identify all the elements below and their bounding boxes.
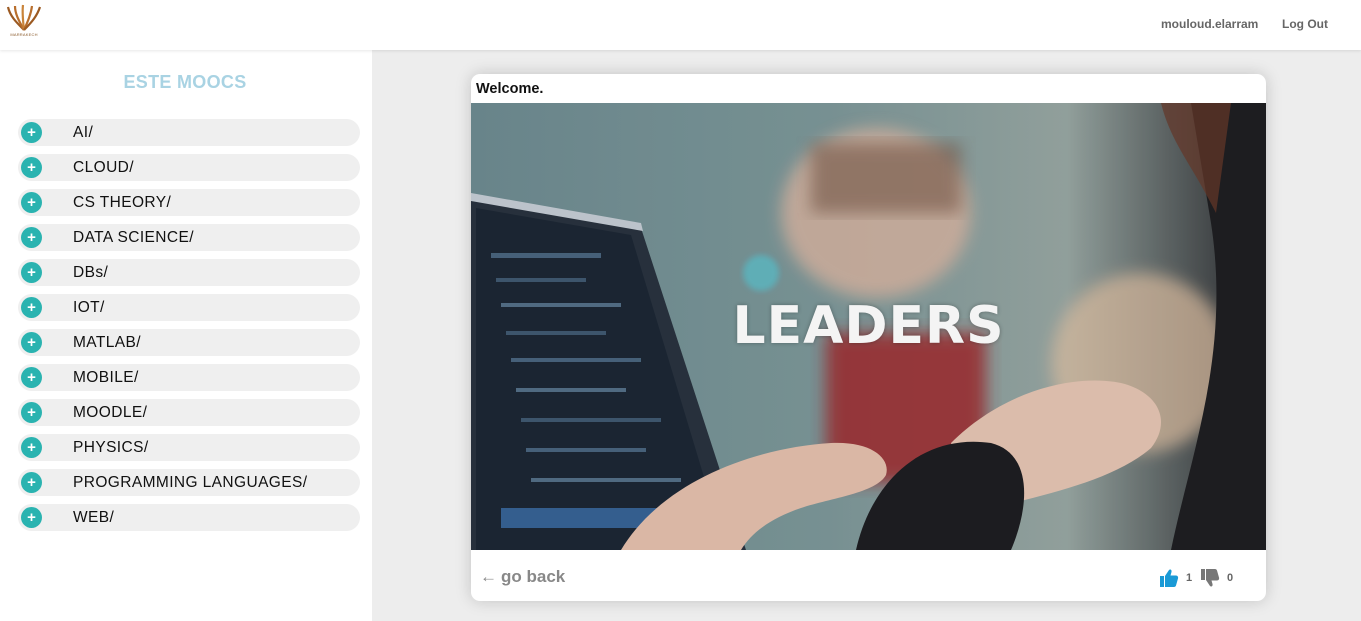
category-item-web[interactable]: + WEB/ [18, 504, 360, 531]
arrow-left-icon: ← [480, 567, 497, 586]
category-label: PHYSICS/ [73, 439, 149, 456]
go-back-link[interactable]: ← go back [480, 567, 565, 587]
plus-icon[interactable]: + [21, 297, 42, 318]
sidebar: ESTE MOOCS + AI/ + CLOUD/ + CS THEORY/ + DAT… [0, 50, 372, 621]
thumbs-down-icon[interactable] [1200, 568, 1220, 588]
logout-link[interactable]: Log Out [1282, 17, 1328, 31]
plus-icon[interactable]: + [21, 507, 42, 528]
plus-icon[interactable]: + [21, 227, 42, 248]
category-label: MOODLE/ [73, 404, 148, 421]
dislike-count: 0 [1227, 572, 1234, 584]
category-item-moodle[interactable]: + MOODLE/ [18, 399, 360, 426]
vote-bar: 1 0 [1159, 568, 1259, 588]
plus-icon[interactable]: + [21, 157, 42, 178]
category-item-iot[interactable]: + IOT/ [18, 294, 360, 321]
category-item-ai[interactable]: + AI/ [18, 119, 360, 146]
category-label: MATLAB/ [73, 334, 141, 351]
plus-icon[interactable]: + [21, 262, 42, 283]
like-count: 1 [1186, 572, 1193, 584]
category-item-matlab[interactable]: + MATLAB/ [18, 329, 360, 356]
plus-icon[interactable]: + [21, 367, 42, 388]
category-item-mobile[interactable]: + MOBILE/ [18, 364, 360, 391]
category-label: MOBILE/ [73, 369, 139, 386]
category-label: IOT/ [73, 299, 105, 316]
video-card: Welcome. LEADERS ← go back 1 0 [471, 74, 1266, 601]
university-logo[interactable]: MARRAKECH [6, 4, 42, 46]
category-label: AI/ [73, 124, 94, 141]
plus-icon[interactable]: + [21, 437, 42, 458]
logo-text: MARRAKECH [10, 32, 38, 37]
category-label: PROGRAMMING LANGUAGES/ [73, 474, 308, 491]
plus-icon[interactable]: + [21, 472, 42, 493]
category-item-dbs[interactable]: + DBs/ [18, 259, 360, 286]
category-item-cloud[interactable]: + CLOUD/ [18, 154, 360, 181]
top-navbar: MARRAKECH mouloud.elarram Log Out [0, 0, 1361, 50]
plus-icon[interactable]: + [21, 402, 42, 423]
video-overlay-text: LEADERS [732, 296, 1005, 356]
category-item-programming-languages[interactable]: + PROGRAMMING LANGUAGES/ [18, 469, 360, 496]
category-label: DATA SCIENCE/ [73, 229, 194, 246]
video-player[interactable]: LEADERS [471, 103, 1266, 550]
category-item-physics[interactable]: + PHYSICS/ [18, 434, 360, 461]
plus-icon[interactable]: + [21, 192, 42, 213]
category-label: CS THEORY/ [73, 194, 172, 211]
category-list: + AI/ + CLOUD/ + CS THEORY/ + DATA SCIENCE/ … [18, 119, 360, 539]
thumbs-up-icon[interactable] [1159, 568, 1179, 588]
go-back-label: go back [501, 567, 566, 586]
sidebar-title: ESTE MOOCS [123, 72, 247, 92]
card-title: Welcome. [476, 81, 544, 97]
category-item-cs-theory[interactable]: + CS THEORY/ [18, 189, 360, 216]
category-item-data-science[interactable]: + DATA SCIENCE/ [18, 224, 360, 251]
category-label: DBs/ [73, 264, 109, 281]
logo-emblem-icon [6, 4, 42, 31]
category-label: WEB/ [73, 509, 115, 526]
category-label: CLOUD/ [73, 159, 134, 176]
username-label: mouloud.elarram [1161, 17, 1259, 31]
plus-icon[interactable]: + [21, 332, 42, 353]
plus-icon[interactable]: + [21, 122, 42, 143]
